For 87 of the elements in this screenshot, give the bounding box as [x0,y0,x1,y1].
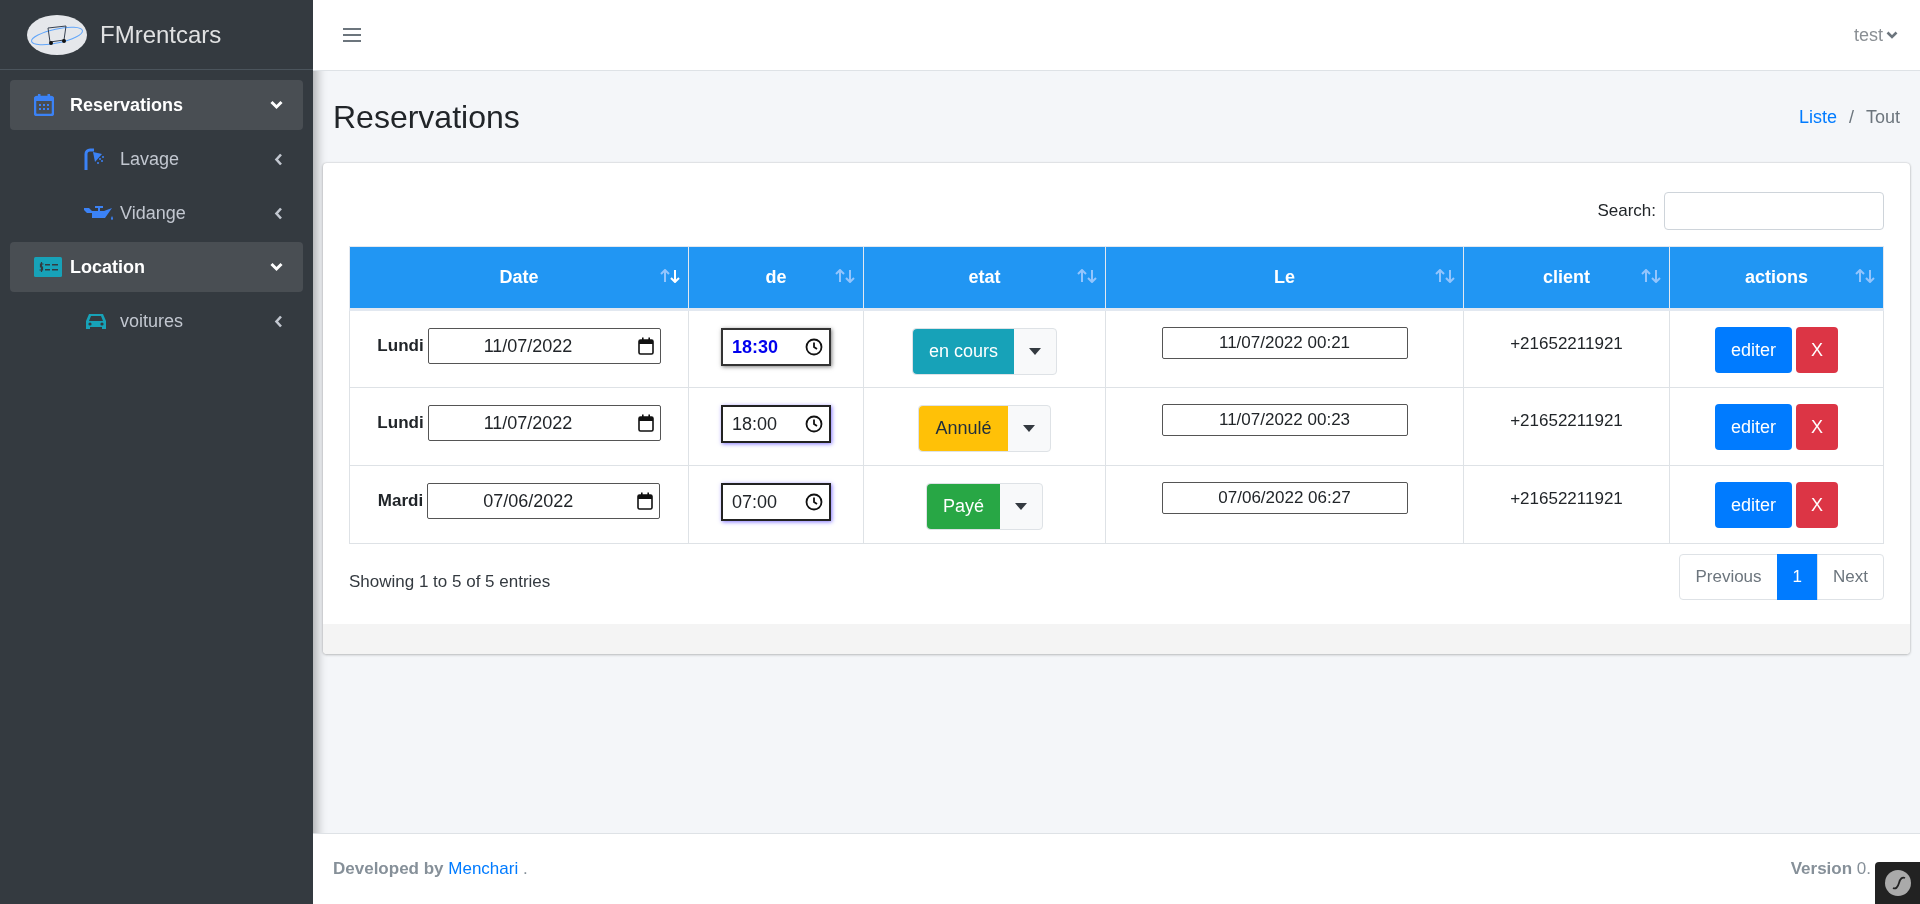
edit-button[interactable]: editer [1715,327,1792,373]
round-logo-icon [1883,869,1912,897]
client-phone: +21652211921 [1510,411,1623,430]
user-menu[interactable]: test [1854,21,1898,49]
sort-arrows-icon [660,269,680,283]
chevron-left-icon [274,314,283,328]
created-field[interactable]: 11/07/2022 00:23 [1161,404,1408,436]
client-phone: +21652211921 [1510,334,1623,353]
breadcrumb-current: Tout [1865,105,1900,129]
time-field[interactable]: 07:00 [721,483,831,521]
search-field[interactable] [1664,192,1884,230]
delete-button[interactable]: X [1796,482,1838,528]
calendar-icon [637,414,654,432]
pagination-button[interactable]: Next [1817,554,1884,600]
debug-toolbar-button[interactable] [1875,862,1920,904]
delete-button[interactable]: X [1796,327,1838,373]
brand-name: FMrentcars [100,19,222,50]
edit-button[interactable]: editer [1715,404,1792,450]
status-label: Annulé [919,406,1008,451]
sidebar-item[interactable]: Location [10,242,303,292]
sidebar-subitem[interactable]: voitures [10,296,303,346]
sidebar-label: Vidange [120,201,187,225]
search-label: Search: [1597,200,1656,223]
column-header[interactable]: actions [1669,246,1884,310]
caret-down-icon [1015,503,1027,510]
footer-credit: Developed by Menchari . [333,858,528,881]
created-field[interactable]: 07/06/2022 06:27 [1161,482,1408,514]
sidebar-label: Reservations [70,93,185,117]
version-text: Version 0. [1790,858,1872,881]
chevron-down-icon [270,262,283,272]
chevron-left-icon [274,206,283,220]
page-title: Reservations [333,98,520,137]
chevron-down-icon [270,100,283,110]
calendar-icon [637,337,654,355]
oil-can-icon [84,204,114,222]
sort-arrows-icon [1641,269,1661,283]
sidebar-label: voitures [120,309,185,333]
day-label: Lundi [377,412,424,435]
column-header[interactable]: Date [349,246,689,310]
clock-icon [805,415,823,433]
caret-down-icon [1022,425,1035,432]
delete-button[interactable]: X [1796,404,1838,450]
sidebar-subitem[interactable]: Vidange [10,188,303,238]
time-field[interactable]: 18:30 [721,328,831,366]
date-field[interactable]: 11/07/2022 [427,328,661,364]
clock-icon [805,338,823,356]
calendar-icon [34,94,54,116]
sort-arrows-icon [835,269,855,283]
column-header[interactable]: Le [1105,246,1464,310]
sort-arrows-icon [1435,269,1455,283]
time-field[interactable]: 18:00 [721,405,831,443]
breadcrumb-link[interactable]: Liste [1798,103,1837,131]
logo-drawing [26,13,88,56]
sidebar-item[interactable]: Reservations [10,80,303,130]
day-label: Mardi [377,490,424,513]
caret-down-icon [1029,348,1041,355]
date-field[interactable]: 07/06/2022 [427,483,661,519]
sort-arrows-icon [1855,269,1875,283]
sidebar-label: Location [70,255,146,279]
car-icon [84,311,108,331]
sidebar-subitem[interactable]: Lavage [10,134,303,184]
money-card-icon [34,257,62,277]
date-field[interactable]: 11/07/2022 [427,405,661,441]
status-label: en cours [912,329,1014,374]
column-header[interactable]: de [688,246,864,310]
status-dropdown[interactable]: Annulé [918,405,1051,452]
pagination-button[interactable]: 1 [1776,554,1819,600]
clock-icon [805,493,823,511]
edit-button[interactable]: editer [1715,482,1792,528]
day-label: Lundi [377,335,424,358]
menu-icon[interactable] [343,27,361,43]
author-link[interactable]: Menchari [448,859,519,879]
client-phone: +21652211921 [1510,489,1623,508]
chevron-down-icon [1886,30,1898,40]
calendar-icon [637,492,654,510]
column-header[interactable]: etat [863,246,1106,310]
breadcrumb-separator: / [1848,105,1854,129]
pagination-button[interactable]: Previous [1679,554,1778,600]
column-header[interactable]: client [1463,246,1670,310]
status-dropdown[interactable]: en cours [911,328,1057,375]
entries-info: Showing 1 to 5 of 5 entries [349,571,551,594]
sort-arrows-icon [1077,269,1097,283]
chevron-left-icon [274,152,283,166]
status-label: Payé [927,484,1000,529]
status-dropdown[interactable]: Payé [926,483,1043,530]
created-field[interactable]: 11/07/2022 00:21 [1161,327,1408,359]
sidebar-label: Lavage [120,147,181,171]
